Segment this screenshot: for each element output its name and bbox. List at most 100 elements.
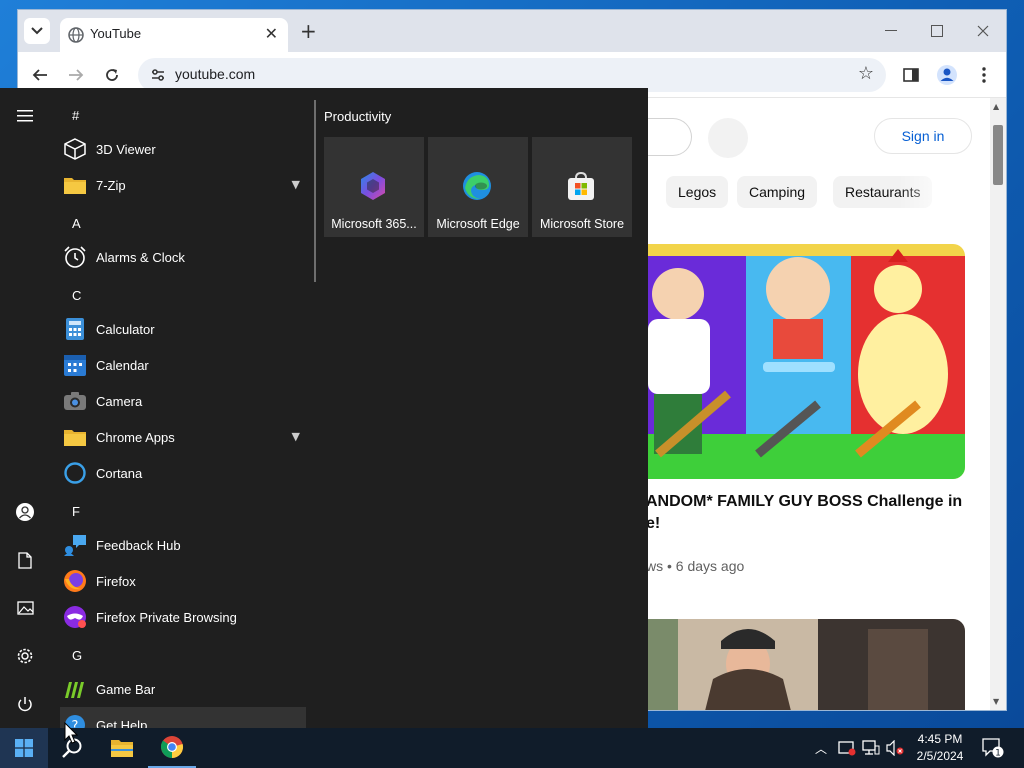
start-button[interactable] [0,728,48,768]
voice-search-button[interactable] [708,118,748,158]
tile-microsoft-365[interactable]: Microsoft 365... [324,137,424,237]
app-list: # 3D Viewer 7-Zip ▼ A Alarms & Clock C C… [50,88,312,728]
site-info-icon[interactable] [150,67,166,83]
bookmark-star-icon[interactable]: ☆ [858,63,874,84]
power-button[interactable] [10,689,40,719]
close-window-button[interactable] [960,18,1006,44]
app-calendar[interactable]: Calendar [60,347,306,383]
document-icon [18,551,32,569]
group-letter-g[interactable]: G [72,648,82,663]
file-explorer-button[interactable] [98,728,146,768]
settings-button[interactable] [10,641,40,671]
documents-button[interactable] [10,545,40,575]
calculator-icon [63,317,87,341]
profile-button[interactable] [935,63,959,87]
windows-logo-icon [15,739,33,757]
app-label: Alarms & Clock [96,249,185,265]
app-calculator[interactable]: Calculator [60,311,306,347]
chrome-menu-button[interactable] [972,63,996,87]
tile-microsoft-store[interactable]: Microsoft Store [532,137,632,237]
user-account-button[interactable] [10,497,40,527]
sign-in-button[interactable]: Sign in [874,118,972,154]
group-letter-f[interactable]: F [72,504,80,519]
group-letter-c[interactable]: C [72,288,81,303]
clock-time[interactable]: 4:45 PM [912,732,968,746]
app-get-help[interactable]: ? Get Help [60,707,306,728]
firefox-icon [63,569,87,593]
back-arrow-icon [32,69,47,81]
mouse-cursor-icon [64,722,78,744]
productivity-group-title[interactable]: Productivity [324,109,391,124]
game-bar-icon [63,677,87,701]
chip-camping[interactable]: Camping [737,176,818,208]
camera-icon [63,389,87,413]
scroll-up-icon[interactable]: ▲ [993,102,999,111]
notification-center-icon[interactable]: 1 [982,738,1004,758]
profile-avatar-icon [937,65,957,85]
video-title[interactable]: ANDOM* FAMILY GUY BOSS Challenge in e! [646,491,966,535]
app-firefox-private[interactable]: Firefox Private Browsing [60,599,306,635]
gear-icon [17,648,33,664]
page-scrollbar[interactable]: ▲ ▼ [990,98,1006,710]
cube-icon [63,137,87,161]
app-label: Chrome Apps [96,429,175,445]
app-list-scrollbar[interactable] [314,100,316,282]
app-3d-viewer[interactable]: 3D Viewer [60,131,306,167]
forward-button[interactable] [63,62,89,88]
app-game-bar[interactable]: Game Bar [60,671,306,707]
chevron-down-icon: ▼ [291,178,300,191]
hamburger-icon [17,110,33,122]
app-label: Cortana [96,465,143,481]
tab-search-button[interactable] [24,18,50,44]
close-tab-icon[interactable]: ✕ [265,24,278,43]
group-letter-hash[interactable]: # [72,108,79,123]
group-letter-a[interactable]: A [72,216,81,231]
app-label: Get Help [96,717,148,729]
app-7zip-folder[interactable]: 7-Zip ▼ [60,167,306,203]
show-hidden-icons-chevron[interactable]: ︿ [815,740,827,757]
pictures-button[interactable] [10,593,40,623]
app-chrome-apps-folder[interactable]: Chrome Apps ▼ [60,419,306,455]
app-camera[interactable]: Camera [60,383,306,419]
reload-button[interactable] [99,62,125,88]
back-button[interactable] [27,62,53,88]
app-cortana[interactable]: Cortana [60,455,306,491]
minimize-button[interactable] [868,18,914,44]
chrome-taskbar-button[interactable] [148,728,196,768]
app-label: 7-Zip [96,177,126,193]
tab-youtube[interactable]: YouTube ✕ [60,18,288,52]
volume-muted-icon[interactable] [886,740,904,756]
security-status-icon[interactable] [838,740,856,756]
address-bar[interactable]: youtube.com ☆ [138,58,886,92]
maximize-button[interactable] [914,18,960,44]
expand-menu-button[interactable] [10,101,40,131]
scrollbar-thumb[interactable] [993,125,1003,185]
app-label: 3D Viewer [96,141,156,157]
tab-title: YouTube [90,26,142,41]
folder-icon [63,425,87,449]
app-alarms-clock[interactable]: Alarms & Clock [60,239,306,275]
new-tab-button[interactable]: + [300,19,317,43]
chip-legos[interactable]: Legos [666,176,729,208]
calendar-icon [63,353,87,377]
tile-label: Microsoft 365... [331,217,417,231]
scroll-down-icon[interactable]: ▼ [993,697,999,706]
network-icon[interactable] [862,740,880,756]
url-text[interactable]: youtube.com [175,66,255,82]
feedback-hub-icon [63,533,87,557]
side-panel-button[interactable] [899,63,923,87]
forward-arrow-icon [69,69,84,81]
video-thumbnail[interactable] [618,244,965,479]
store-icon [568,171,594,200]
app-label: Firefox [96,573,136,589]
clock-date[interactable]: 2/5/2024 [912,749,968,763]
tile-label: Microsoft Store [539,217,625,231]
chip-bar-fade [898,172,958,212]
tile-microsoft-edge[interactable]: Microsoft Edge [428,137,528,237]
cortana-icon [63,461,87,485]
side-panel-icon [903,68,919,82]
person-thumbnail-image [618,619,965,710]
video-thumbnail-2[interactable] [618,619,965,710]
app-feedback-hub[interactable]: Feedback Hub [60,527,306,563]
app-firefox[interactable]: Firefox [60,563,306,599]
